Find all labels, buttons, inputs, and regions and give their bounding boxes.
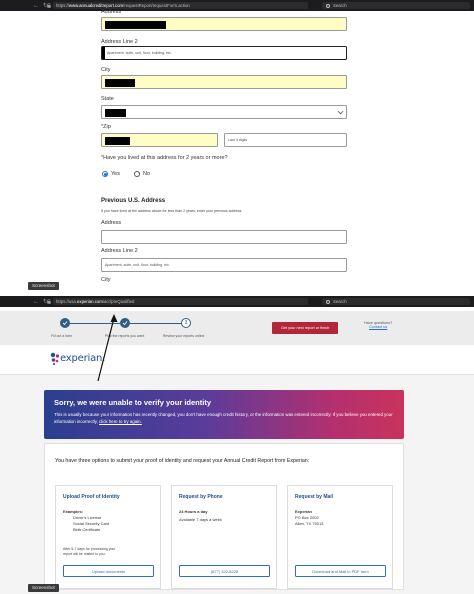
banner-title: Sorry, we were unable to verify your ide… (54, 398, 211, 407)
address-form-screenshot: ← ↻ https://www.annualcreditreport.com/r… (0, 0, 474, 294)
step-1-done (60, 318, 70, 328)
options-card: You have three options to submit your pr… (44, 443, 404, 590)
back-icon[interactable]: ← (33, 299, 39, 305)
redaction (105, 137, 130, 145)
upload-documents-button[interactable]: Upload documents (63, 565, 154, 577)
options-intro: You have three options to submit your pr… (55, 458, 310, 464)
prev-address-label: Address (101, 220, 122, 226)
address-field[interactable] (101, 17, 347, 31)
option-title: Upload Proof of Identity (63, 494, 120, 500)
prev-city-label: City (101, 277, 111, 283)
step-2-done (120, 318, 130, 328)
phone-number-button[interactable]: (877) 322-8228 (179, 565, 270, 577)
prev-address2-label: Address Line 2 (101, 248, 138, 254)
step-connector (70, 322, 120, 324)
prev-address-field[interactable] (101, 230, 347, 244)
search-icon (326, 3, 330, 8)
prev-address2-field[interactable]: Apartment, suite, unit, floor, building,… (101, 258, 347, 272)
yes-radio[interactable] (102, 171, 108, 177)
experian-logo-icon (50, 352, 60, 366)
zip-label: *Zip (101, 124, 111, 130)
search-bar[interactable]: Search (322, 2, 470, 9)
back-icon[interactable]: ← (33, 3, 39, 9)
previous-address-note: If you have lived at the address above f… (101, 209, 242, 213)
check-icon (62, 321, 68, 326)
no-radio[interactable] (134, 171, 140, 177)
city-label: City (101, 67, 111, 73)
lock-icon (47, 299, 51, 304)
state-select[interactable] (101, 105, 347, 119)
step-3-label: Review your reports online (163, 334, 205, 338)
option-body: 24 Hours a day Available 7 days a week (179, 509, 222, 522)
contact-us-link[interactable]: Contact us (364, 325, 392, 329)
option-body: Experian PO Box 2002 Allen, TX 75013 (295, 509, 324, 526)
try-again-link[interactable]: click here to try again. (99, 419, 142, 424)
screenshot-tag: Screenshot (28, 282, 59, 290)
option-upload: Upload Proof of Identity Examples: Drive… (55, 485, 161, 589)
redaction (105, 21, 166, 29)
yes-label: Yes (111, 171, 120, 177)
browser-toolbar-bottom: ← ↻ https://usa.experian.com/acr/preQual… (0, 296, 474, 307)
redaction (105, 79, 135, 87)
redaction (105, 109, 126, 117)
search-icon (326, 299, 330, 304)
state-label: State (101, 96, 114, 102)
zip-last4-field[interactable]: Last 4 digits (224, 133, 347, 147)
city-field[interactable] (101, 75, 347, 89)
address2-field[interactable]: Apartment, suite, unit, floor, building,… (101, 46, 347, 60)
download-pdf-button[interactable]: Download and Mail in PDF form (295, 565, 386, 577)
check-icon (122, 321, 128, 326)
address2-label: Address Line 2 (101, 39, 138, 45)
address-bar[interactable]: https://usa.experian.com/acr/preQualifie… (53, 298, 308, 305)
zip-field[interactable] (101, 133, 218, 147)
years-question: *Have you lived at this address for 2 ye… (101, 155, 228, 161)
screenshot-tag: Screenshot (28, 584, 59, 592)
option-title: Request by Phone (179, 494, 223, 500)
browser-nav: ← ↻ (0, 3, 48, 9)
get-next-report-button[interactable]: Get your next report or finish (272, 322, 338, 334)
search-bar[interactable]: Search (322, 298, 470, 305)
redaction (102, 47, 105, 59)
option-mail: Request by Mail Experian PO Box 2002 All… (287, 485, 393, 589)
browser-nav: ← ↻ (0, 299, 48, 305)
option-note: After 5-7 days for processing your repor… (63, 547, 116, 556)
progress-steps: 3 Fill out a form Pick the reports you w… (0, 311, 474, 345)
no-label: No (143, 171, 151, 177)
option-body: Examples: Driver's License Social Securi… (63, 509, 110, 532)
banner-body: This is usually because your information… (54, 412, 393, 424)
help-block: Have questions? Contact us (364, 321, 393, 329)
step-2-label: Pick the reports you want (105, 334, 145, 338)
step-connector (130, 322, 182, 324)
address-bar[interactable]: https://www.annualcreditreport.com/reque… (53, 2, 308, 9)
chevron-down-icon (337, 108, 344, 115)
error-banner: Sorry, we were unable to verify your ide… (44, 390, 404, 439)
option-title: Request by Mail (295, 494, 334, 500)
previous-address-heading: Previous U.S. Address (101, 198, 166, 204)
experian-screenshot: ← ↻ https://usa.experian.com/acr/preQual… (0, 296, 474, 594)
step-1-label: Fill out a form (51, 334, 73, 338)
experian-logo: experian. (60, 353, 106, 364)
option-phone: Request by Phone 24 Hours a day Availabl… (171, 485, 277, 589)
address-label: Address (101, 9, 122, 15)
lock-icon (47, 3, 51, 8)
step-3-current: 3 (181, 318, 191, 328)
browser-toolbar-top: ← ↻ https://www.annualcreditreport.com/r… (0, 0, 474, 11)
